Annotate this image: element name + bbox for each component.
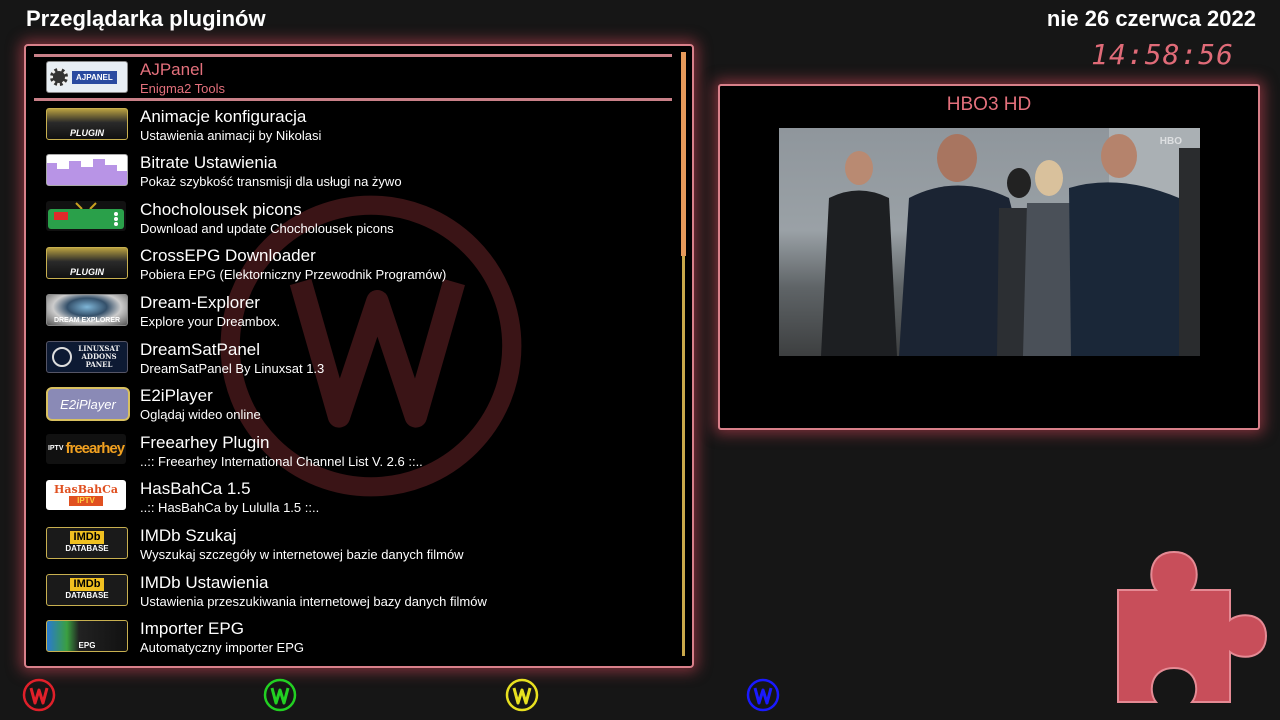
plugin-item-importer-epg[interactable]: EPG Importer EPG Automatyczny importer E… (26, 611, 678, 658)
plugin-description: Explore your Dreambox. (140, 313, 281, 329)
plugin-name: E2iPlayer (140, 386, 213, 406)
plugin-item-dream-explorer[interactable]: DREAM EXPLORER Dream-Explorer Explore yo… (26, 285, 678, 332)
plugin-name: HasBahCa 1.5 (140, 479, 251, 499)
plugin-item-crossepg[interactable]: PLUGIN CrossEPG Downloader Pobiera EPG (… (26, 238, 678, 285)
freearhey-icon: IPTV freearhey (46, 433, 126, 464)
plugin-name: Dream-Explorer (140, 292, 260, 312)
plugin-name: Bitrate Ustawienia (140, 153, 278, 173)
plugin-name: AJPanel (140, 60, 204, 79)
plugin-name: IMDb Szukaj (140, 525, 237, 545)
plugin-description: ..:: HasBahCa by Lululla 1.5 ::.. (140, 500, 320, 516)
plugin-name: Animacje konfiguracja (140, 106, 307, 126)
channel-watermark: HBO (1159, 136, 1182, 147)
plugin-item-e2iplayer[interactable]: E2iPlayer E2iPlayer Oglądaj wideo online (26, 378, 678, 425)
plugin-item-dreamsatpanel[interactable]: LINUXSAT ADDONS PANEL DreamSatPanel Drea… (26, 332, 678, 379)
plugin-item-imdb-szukaj[interactable]: IMDb DATABASE IMDb Szukaj Wyszukaj szcze… (26, 518, 678, 565)
ajpanel-icon: AJPANEL (46, 61, 128, 93)
plugin-description: Oglądaj wideo online (140, 407, 261, 423)
imdb-icon: IMDb DATABASE (46, 526, 128, 559)
video-preview: HBO (779, 128, 1200, 356)
plugin-name: Chocholousek picons (140, 199, 302, 219)
epg-icon: EPG (46, 620, 128, 653)
plugin-name: Importer EPG (140, 619, 244, 639)
scrollbar-thumb[interactable] (681, 52, 686, 256)
plugin-description: ..:: Freearhey International Channel Lis… (140, 453, 423, 469)
plugin-description: Ustawienia animacji by Nikolasi (140, 127, 322, 143)
plugin-description: Ustawienia przeszukiwania internetowej b… (140, 593, 487, 609)
bitrate-icon (46, 154, 128, 187)
plugin-name: Freearhey Plugin (140, 432, 270, 452)
hasbahca-icon: HasBahCa IPTV (46, 480, 126, 511)
channel-name: HBO3 HD (946, 94, 1032, 115)
e2iplayer-icon: E2iPlayer (46, 387, 130, 422)
yellow-button-icon[interactable] (505, 678, 539, 712)
imdb-icon: IMDb DATABASE (46, 573, 128, 606)
plugin-description: Download and update Chocholousek picons (140, 220, 394, 236)
plugin-name: DreamSatPanel (140, 339, 261, 359)
linuxsat-icon: LINUXSAT ADDONS PANEL (46, 340, 128, 373)
plugin-description: Wyszukaj szczegóły w internetowej bazie … (140, 546, 464, 562)
plugin-icon: PLUGIN (46, 247, 128, 280)
plugin-description: Enigma2 Tools (140, 81, 226, 96)
plugin-item-animacje[interactable]: PLUGIN Animacje konfiguracja Ustawienia … (26, 99, 678, 146)
channel-preview: HBO3 HD HBO (718, 84, 1260, 430)
plugin-icon: PLUGIN (46, 107, 128, 140)
green-button-icon[interactable] (263, 678, 297, 712)
plugin-name: CrossEPG Downloader (140, 246, 316, 266)
plugin-description: Pobiera EPG (Elektorniczny Przewodnik Pr… (140, 267, 447, 283)
plugin-item-ajpanel[interactable]: AJPANEL AJPanel Enigma2 Tools (26, 52, 678, 101)
clock: 14:58:56 (1091, 38, 1234, 71)
dream-explorer-icon: DREAM EXPLORER (46, 293, 128, 326)
plugin-name: IMDb Ustawienia (140, 572, 269, 592)
plugin-item-freearhey[interactable]: IPTV freearhey Freearhey Plugin ..:: Fre… (26, 425, 678, 472)
blue-button-icon[interactable] (746, 678, 780, 712)
plugin-item-imdb-ustawienia[interactable]: IMDb DATABASE IMDb Ustawienia Ustawienia… (26, 565, 678, 612)
red-button-icon[interactable] (22, 678, 56, 712)
plugin-list-panel: AJPANEL AJPanel Enigma2 Tools PLUGIN Ani… (24, 44, 694, 668)
plugin-description: Pokaż szybkość transmisji dla usługi na … (140, 174, 402, 190)
video-scene (821, 128, 1200, 356)
plugin-item-chocholousek[interactable]: Chocholousek picons Download and update … (26, 192, 678, 239)
puzzle-icon (1117, 550, 1268, 703)
plugin-item-hasbahca[interactable]: HasBahCa IPTV HasBahCa 1.5 ..:: HasBahCa… (26, 471, 678, 518)
page-title: Przeglądarka pluginów (26, 6, 266, 31)
plugin-list: AJPANEL AJPanel Enigma2 Tools PLUGIN Ani… (26, 52, 678, 658)
plugin-description: Automatyczny importer EPG (140, 640, 304, 656)
plugin-description: DreamSatPanel By Linuxsat 1.3 (140, 360, 325, 376)
date-label: nie 26 czerwca 2022 (1046, 6, 1256, 31)
tv-icon (46, 200, 126, 231)
plugin-item-bitrate[interactable]: Bitrate Ustawienia Pokaż szybkość transm… (26, 145, 678, 192)
